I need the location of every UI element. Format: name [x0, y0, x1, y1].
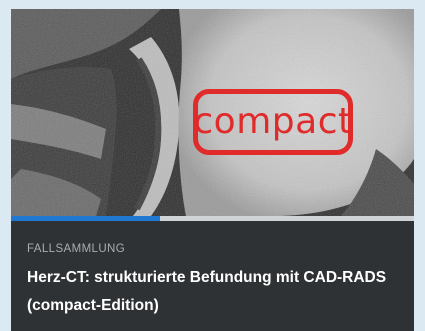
card-body: FALLSAMMLUNG Herz-CT: strukturierte Befu… — [11, 243, 414, 320]
progress-bar — [11, 216, 414, 221]
card-title[interactable]: Herz-CT: strukturierte Befundung mit CAD… — [27, 264, 398, 320]
course-card[interactable]: compact FALLSAMMLUNG Herz-CT: strukturie… — [11, 9, 414, 331]
progress-bar-fill — [11, 216, 161, 221]
compact-stamp: compact — [193, 89, 353, 155]
card-category: FALLSAMMLUNG — [27, 243, 126, 255]
stamp-label: compact — [193, 101, 353, 142]
ct-scan-thumbnail: compact — [11, 9, 414, 216]
